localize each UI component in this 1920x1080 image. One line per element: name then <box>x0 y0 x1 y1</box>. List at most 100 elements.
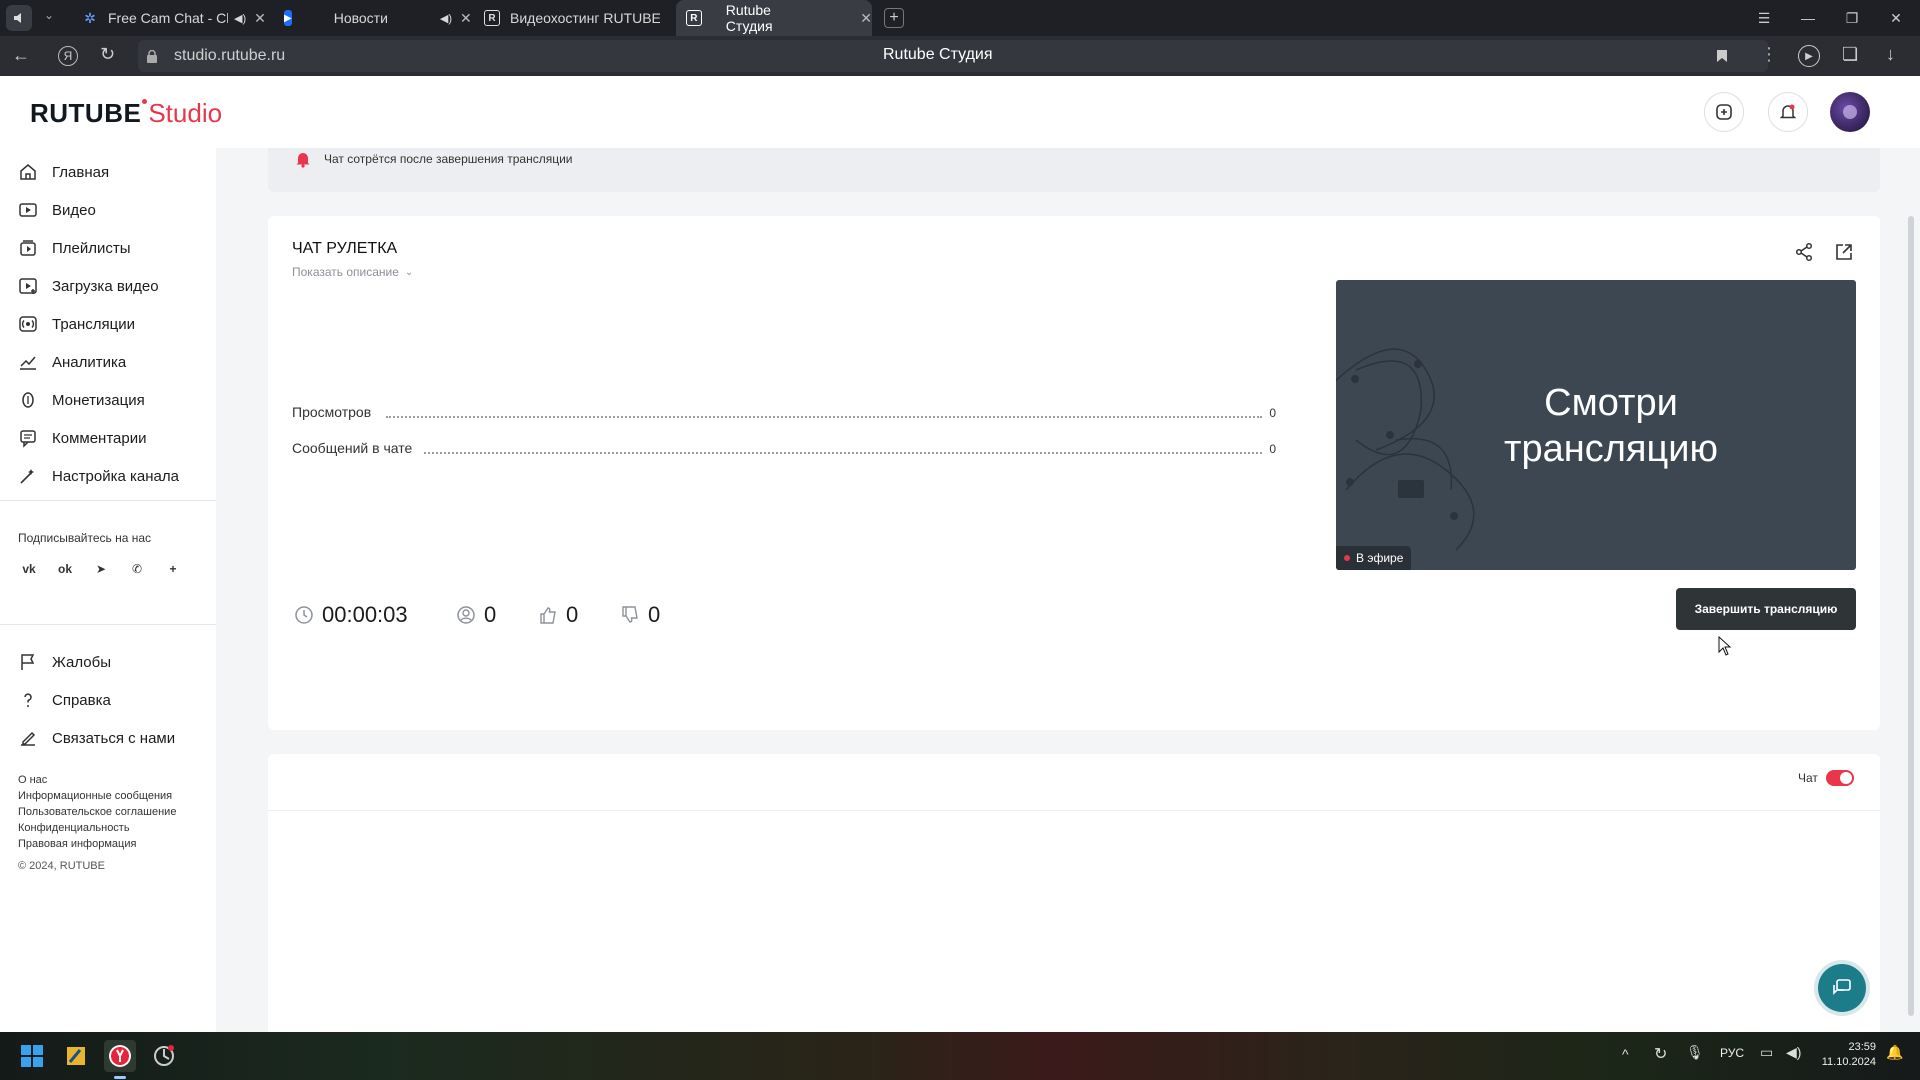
stream-dislikes: 0 <box>620 602 660 628</box>
stream-preview[interactable]: Смотри трансляцию В эфире <box>1336 280 1856 570</box>
end-broadcast-button[interactable]: Завершить трансляцию <box>1676 588 1856 630</box>
sidebar-item-broadcasts[interactable]: Трансляции <box>18 310 135 338</box>
close-tab-icon[interactable]: ✕ <box>860 10 872 27</box>
clock-icon <box>295 606 313 624</box>
logo-dot <box>142 99 148 104</box>
close-window-button[interactable]: ✕ <box>1874 0 1918 36</box>
footer-link-privacy[interactable]: Конфиденциальность <box>18 822 130 834</box>
notifications-tray-icon[interactable]: 🔔 <box>1886 1044 1903 1061</box>
address-field[interactable]: studio.rutube.ru Rutube Студия <box>138 40 1768 72</box>
sidebar: Главная Видео Плейлисты Загрузка видео Т… <box>0 148 216 1032</box>
thumbs-down-icon <box>622 606 638 623</box>
vk-icon[interactable]: vk <box>16 556 42 582</box>
file-explorer-icon[interactable] <box>60 1040 92 1072</box>
sync-icon[interactable]: ↻ <box>1654 1044 1667 1064</box>
close-tab-icon[interactable]: ✕ <box>254 10 266 27</box>
back-icon[interactable]: ← <box>12 46 30 64</box>
app-icon[interactable] <box>148 1040 180 1072</box>
volume-icon[interactable]: ◀) <box>1786 1044 1801 1061</box>
network-icon[interactable]: ▭ <box>1760 1044 1773 1061</box>
sidebar-item-playlists[interactable]: Плейлисты <box>18 234 131 262</box>
notifications-button[interactable] <box>1768 92 1808 132</box>
audio-icon[interactable]: ◀) <box>234 12 246 25</box>
footer-link-legal[interactable]: Правовая информация <box>18 838 136 850</box>
sidebar-item-analytics[interactable]: Аналитика <box>18 348 126 376</box>
tray-overflow-icon[interactable]: ^ <box>1622 1046 1629 1062</box>
tab-news[interactable]: ▶ Новости ◀) ✕ <box>284 0 472 36</box>
clock[interactable]: 23:59 11.10.2024 <box>1812 1040 1876 1070</box>
sidebar-item-home[interactable]: Главная <box>18 158 109 186</box>
audio-icon[interactable]: ◀) <box>440 12 452 25</box>
chat-panel: Чат <box>268 754 1880 1054</box>
browser-tab-bar: ⌄ ✲ Free Cam Chat - Cha ◀) ✕ ▶ Новости ◀… <box>0 0 1920 36</box>
page-scrollbar[interactable] <box>1908 216 1914 1016</box>
language-indicator[interactable]: РУС <box>1720 1046 1744 1060</box>
sidebar-item-comments[interactable]: Комментарии <box>18 424 146 452</box>
bell-icon <box>1779 104 1797 119</box>
chat-toggle[interactable]: Чат <box>1798 770 1854 786</box>
stream-viewers: 0 <box>456 602 496 628</box>
bookmark-icon[interactable] <box>1716 49 1728 63</box>
sidebar-item-contact[interactable]: Связаться с нами <box>18 724 175 752</box>
windows-start-icon[interactable] <box>16 1040 48 1072</box>
telegram-icon[interactable]: ➤ <box>88 556 114 582</box>
support-chat-button[interactable] <box>1818 964 1866 1012</box>
tabs-dropdown-icon[interactable]: ⌄ <box>44 8 54 22</box>
stat-views: Просмотров 0 <box>292 404 1276 420</box>
tab-rutube-studio[interactable]: R Rutube Студия ✕ <box>676 0 872 36</box>
create-button[interactable] <box>1704 92 1744 132</box>
sidebar-item-help[interactable]: Справка <box>18 686 111 714</box>
share-icon[interactable] <box>1794 242 1814 262</box>
sidebar-item-complaints[interactable]: Жалобы <box>18 648 111 676</box>
sidebar-divider <box>0 624 216 625</box>
lock-icon <box>147 50 157 63</box>
dotted-leader <box>386 416 1262 418</box>
sidebar-item-upload[interactable]: Загрузка видео <box>18 272 159 300</box>
yandex-icon[interactable]: Я <box>58 46 78 66</box>
close-tab-icon[interactable]: ✕ <box>460 10 472 27</box>
ok-icon[interactable]: ok <box>52 556 78 582</box>
comments-icon <box>20 430 36 448</box>
tab-favicon-icon: R <box>686 10 702 26</box>
restore-button[interactable]: ❐ <box>1830 0 1874 36</box>
flag-icon <box>21 654 35 670</box>
open-external-icon[interactable] <box>1834 242 1854 262</box>
alert-bell-icon <box>296 153 310 168</box>
new-tab-button[interactable]: + <box>884 8 904 28</box>
home-icon <box>20 164 36 180</box>
preview-caption: Смотри трансляцию <box>1504 382 1718 470</box>
rutube-studio-logo[interactable]: RUTUBE Studio <box>30 98 222 129</box>
sidebar-item-video[interactable]: Видео <box>18 196 96 224</box>
thumbs-up-icon <box>540 607 556 624</box>
sidebar-item-channel-settings[interactable]: Настройка канала <box>18 462 179 490</box>
yandex-browser-icon[interactable] <box>104 1040 136 1072</box>
collections-icon[interactable]: ❏ <box>1842 44 1858 65</box>
upload-icon <box>19 278 37 294</box>
video-icon <box>19 203 37 217</box>
reload-icon[interactable]: ↻ <box>100 45 115 63</box>
tabs-menu-icon[interactable]: ☰ <box>1742 0 1786 36</box>
channel-settings-icon <box>20 469 34 484</box>
media-player-icon[interactable]: ▶ <box>1798 45 1820 67</box>
copyright: © 2024, RUTUBE <box>18 860 105 872</box>
live-badge: В эфире <box>1336 546 1412 570</box>
downloads-icon[interactable]: ↓ <box>1886 44 1895 65</box>
monetization-icon <box>22 392 34 408</box>
footer-link-agreement[interactable]: Пользовательское соглашение <box>18 806 176 818</box>
avatar[interactable] <box>1830 92 1870 132</box>
show-description-toggle[interactable]: Показать описание ⌄ <box>292 265 413 279</box>
more-icon[interactable]: + <box>160 556 186 582</box>
footer-link-about[interactable]: О нас <box>18 774 47 786</box>
sidebar-item-monetization[interactable]: Монетизация <box>18 386 145 414</box>
tab-favicon-icon: ▶ <box>284 10 292 26</box>
tab-free-cam-chat[interactable]: ✲ Free Cam Chat - Cha ◀) ✕ <box>82 0 272 36</box>
tab-rutube-hosting[interactable]: R Видеохостинг RUTUBE. С <box>484 0 666 36</box>
minimize-button[interactable]: — <box>1786 0 1830 36</box>
analytics-icon <box>20 356 36 370</box>
toggle-switch[interactable] <box>1825 770 1854 786</box>
footer-link-info[interactable]: Информационные сообщения <box>18 790 172 802</box>
browser-menu-icon[interactable] <box>6 5 32 31</box>
microphone-icon[interactable]: 🎙 <box>1686 1044 1704 1061</box>
viber-icon[interactable]: ✆ <box>124 556 150 582</box>
more-options-icon[interactable]: ⋮ <box>1760 44 1778 65</box>
